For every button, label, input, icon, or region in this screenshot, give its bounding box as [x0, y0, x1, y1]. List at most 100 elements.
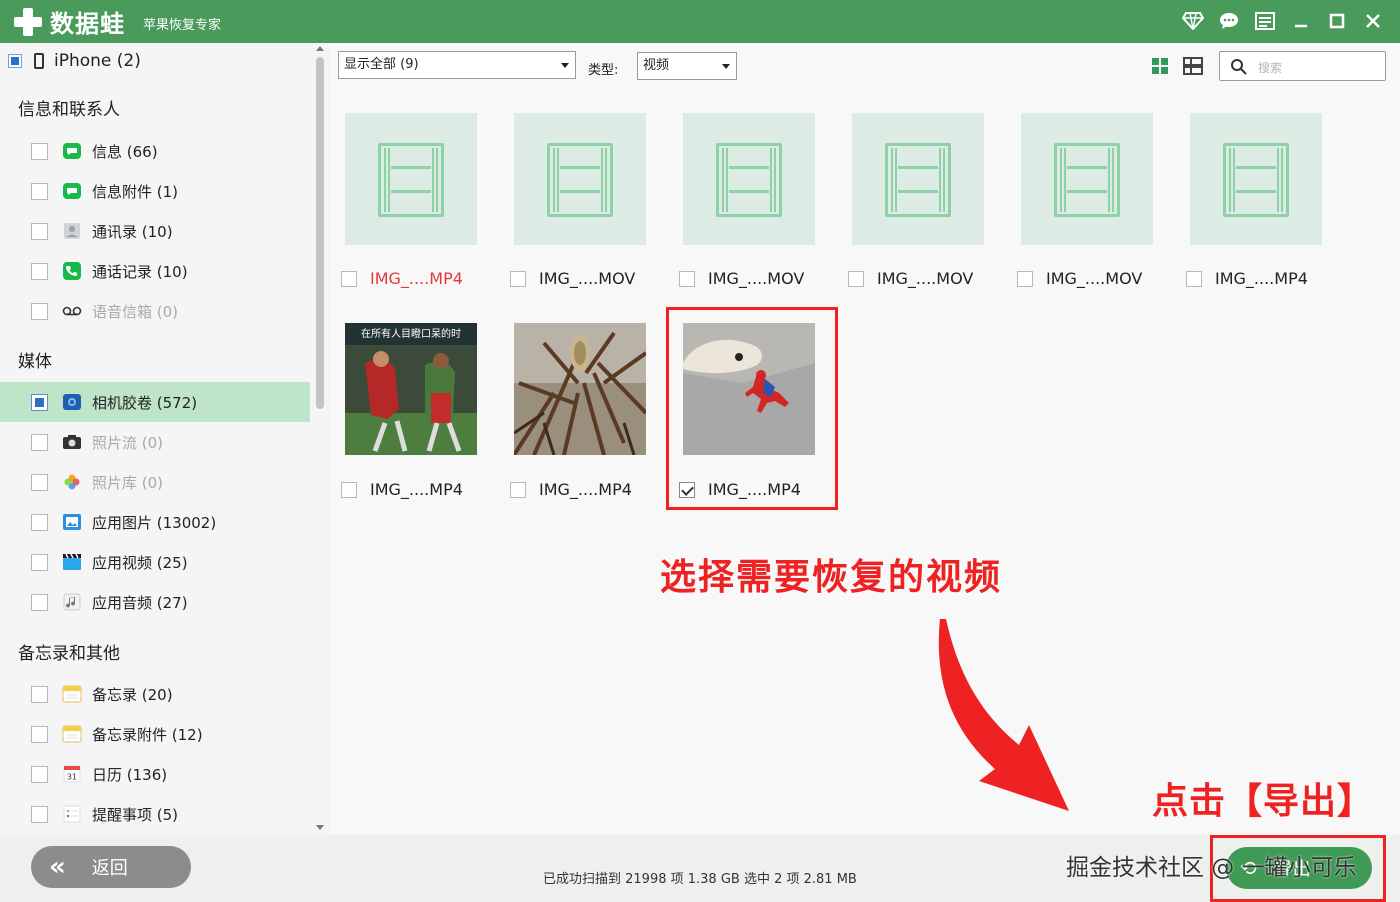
checkbox[interactable] — [31, 765, 48, 783]
sidebar-item-label: 备忘录 (20) — [92, 685, 173, 704]
sidebar-item-app-videos[interactable]: 应用视频 (25) — [0, 542, 310, 582]
checkbox[interactable] — [31, 685, 48, 703]
scrollbar-thumb[interactable] — [316, 57, 324, 409]
checkbox[interactable] — [31, 433, 48, 451]
checkbox[interactable] — [31, 222, 48, 240]
sidebar-item-calendar[interactable]: 31 日历 (136) — [0, 754, 310, 794]
checkbox[interactable] — [1186, 270, 1202, 287]
sidebar-item-notes[interactable]: 备忘录 (20) — [0, 674, 310, 714]
sidebar-item-messages[interactable]: 信息 (66) — [0, 131, 310, 171]
search-placeholder: 搜索 — [1258, 61, 1283, 75]
sidebar-item-voicemail[interactable]: 语音信箱 (0) — [0, 291, 310, 331]
sidebar-scrollbar[interactable] — [313, 43, 327, 835]
close-icon[interactable] — [1360, 8, 1386, 34]
maximize-icon[interactable] — [1324, 8, 1350, 34]
checkbox[interactable] — [31, 262, 48, 280]
film-icon — [716, 143, 782, 217]
file-item[interactable]: IMG_....MOV — [679, 269, 804, 288]
checkbox[interactable] — [1017, 270, 1033, 287]
checkbox[interactable] — [31, 393, 48, 411]
video-thumbnail-soccer[interactable]: 在所有人目瞪口呆的时 — [345, 323, 477, 455]
minimize-icon[interactable] — [1288, 8, 1314, 34]
list-view-button[interactable] — [1178, 52, 1208, 80]
filter-select[interactable]: 显示全部 (9) — [338, 51, 576, 79]
notes-attachment-icon — [62, 725, 82, 743]
sidebar-item-app-photos[interactable]: 应用图片 (13002) — [0, 502, 310, 542]
grid-view-button[interactable] — [1145, 52, 1175, 80]
type-select[interactable]: 视频 — [637, 52, 737, 80]
sidebar-item-label: 备忘录附件 (12) — [92, 725, 203, 744]
file-item[interactable]: IMG_....MP4 — [341, 480, 463, 499]
video-thumbnail[interactable] — [1190, 113, 1322, 245]
selection-highlight-box — [666, 307, 838, 510]
menu-list-icon[interactable] — [1252, 8, 1278, 34]
file-item[interactable]: IMG_....MOV — [848, 269, 973, 288]
file-item[interactable]: IMG_....MP4 — [1186, 269, 1308, 288]
checkbox[interactable] — [31, 142, 48, 160]
file-item[interactable]: IMG_....MP4 — [341, 269, 463, 288]
video-thumbnail[interactable] — [683, 113, 815, 245]
double-chevron-left-icon: « — [49, 852, 66, 882]
sidebar-item-camera-roll[interactable]: 相机胶卷 (572) — [0, 382, 310, 422]
file-item[interactable]: IMG_....MOV — [1017, 269, 1142, 288]
message-attachment-icon — [62, 182, 82, 200]
back-button[interactable]: « 返回 — [31, 846, 191, 888]
checkbox[interactable] — [31, 725, 48, 743]
sidebar-item-message-attachments[interactable]: 信息附件 (1) — [0, 171, 310, 211]
film-icon — [378, 143, 444, 217]
contacts-icon — [62, 222, 82, 240]
checkbox[interactable] — [679, 270, 695, 287]
video-thumbnail[interactable] — [514, 113, 646, 245]
sidebar-item-reminders[interactable]: 提醒事项 (5) — [0, 794, 310, 834]
sidebar-item-label: 信息 (66) — [92, 142, 158, 161]
checkbox[interactable] — [31, 805, 48, 823]
clapperboard-icon — [62, 553, 82, 571]
svg-text:31: 31 — [67, 773, 77, 782]
voicemail-icon — [62, 302, 82, 320]
video-thumbnail[interactable] — [852, 113, 984, 245]
checkbox[interactable] — [341, 270, 357, 287]
music-note-icon — [62, 593, 82, 611]
video-thumbnail[interactable] — [345, 113, 477, 245]
file-item[interactable]: IMG_....MOV — [510, 269, 635, 288]
sidebar-item-photo-library[interactable]: 照片库 (0) — [0, 462, 310, 502]
group-title-media: 媒体 — [18, 352, 52, 372]
device-row[interactable]: iPhone (2) — [8, 51, 141, 71]
checkbox[interactable] — [510, 270, 526, 287]
search-input[interactable]: 搜索 — [1219, 51, 1386, 81]
checkbox[interactable] — [31, 182, 48, 200]
sidebar-item-contacts[interactable]: 通讯录 (10) — [0, 211, 310, 251]
sidebar-item-label: 提醒事项 (5) — [92, 805, 179, 824]
sidebar-item-label: 应用音频 (27) — [92, 593, 188, 612]
sidebar-item-call-history[interactable]: 通话记录 (10) — [0, 251, 310, 291]
sidebar-item-label: 语音信箱 (0) — [92, 302, 179, 321]
scan-status-text: 已成功扫描到 21998 项 1.38 GB 选中 2 项 2.81 MB — [543, 872, 857, 887]
checkbox[interactable] — [341, 481, 357, 498]
toolbar: 显示全部 (9) 类型: 视频 搜索 — [330, 43, 1400, 91]
group-title-messages: 信息和联系人 — [18, 100, 120, 120]
file-name: IMG_....MP4 — [370, 269, 463, 288]
app-logo: 数据蛙 苹果恢复专家 — [12, 4, 221, 39]
checkbox[interactable] — [510, 481, 526, 498]
sidebar-item-app-audio[interactable]: 应用音频 (27) — [0, 582, 310, 622]
checkbox[interactable] — [31, 302, 48, 320]
grid-view-icon — [1152, 58, 1168, 74]
video-thumbnail-tree[interactable] — [514, 323, 646, 455]
scroll-up-arrow-icon[interactable] — [316, 46, 324, 51]
diamond-icon[interactable] — [1180, 8, 1206, 34]
checkbox[interactable] — [31, 553, 48, 571]
checkbox[interactable] — [31, 513, 48, 531]
scroll-down-arrow-icon[interactable] — [316, 825, 324, 830]
device-checkbox[interactable] — [8, 54, 22, 68]
sidebar-item-note-attachments[interactable]: 备忘录附件 (12) — [0, 714, 310, 754]
sidebar-item-photo-stream[interactable]: 照片流 (0) — [0, 422, 310, 462]
checkbox[interactable] — [848, 270, 864, 287]
checkbox[interactable] — [31, 473, 48, 491]
checkbox[interactable] — [31, 593, 48, 611]
chat-icon[interactable] — [1216, 8, 1242, 34]
annotation-select-hint: 选择需要恢复的视频 — [660, 557, 1003, 598]
video-thumbnail[interactable] — [1021, 113, 1153, 245]
notes-icon — [62, 685, 82, 703]
sidebar-item-label: 应用视频 (25) — [92, 553, 188, 572]
file-item[interactable]: IMG_....MP4 — [510, 480, 632, 499]
